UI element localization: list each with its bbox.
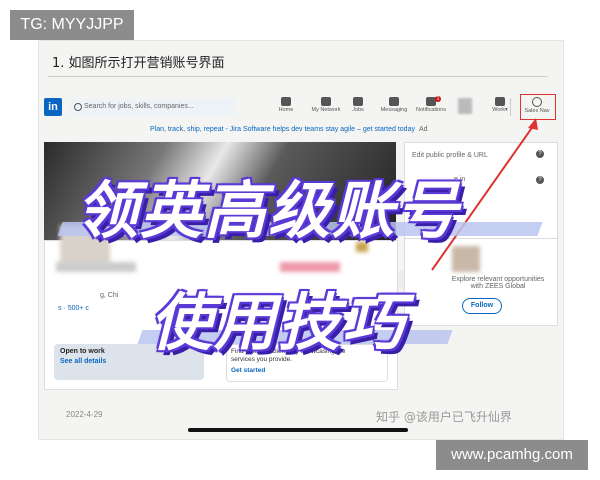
date-text: 2022-4-29 xyxy=(66,410,103,419)
overlay-title-line1: 领英高级账号 xyxy=(76,174,461,247)
zhihu-watermark: 知乎 @该用户已飞升仙界 xyxy=(376,410,512,424)
overlay-title-line2: 使用技巧 xyxy=(150,286,407,359)
site-label: www.pcamhg.com xyxy=(436,440,588,470)
home-indicator-bar xyxy=(188,428,408,432)
